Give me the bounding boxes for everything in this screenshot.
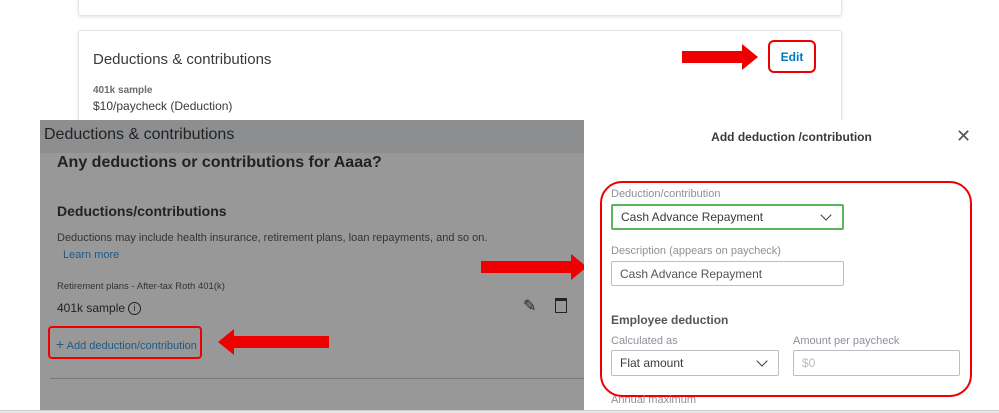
deduction-label: Deduction/contribution <box>611 188 721 200</box>
amount-label: Amount per paycheck <box>793 335 900 347</box>
info-icon[interactable]: i <box>128 301 142 315</box>
card-item-detail: $10/paycheck (Deduction) <box>93 99 233 113</box>
description-label: Description (appears on paycheck) <box>611 245 781 257</box>
annual-max-label: Annual maximum <box>611 394 696 406</box>
overlay-header-title: Deductions & contributions <box>44 126 235 143</box>
annotation-arrow-edit <box>682 44 758 70</box>
add-deduction-button[interactable]: + Add deduction/contribution <box>56 336 197 352</box>
learn-more-link[interactable]: Learn more <box>63 249 119 261</box>
deduction-select-value: Cash Advance Repayment <box>621 210 764 224</box>
add-deduction-label: Add deduction/contribution <box>66 340 197 352</box>
plus-icon: + <box>56 336 65 352</box>
calculated-as-label: Calculated as <box>611 335 678 347</box>
item-name-text: 401k sample <box>57 301 126 315</box>
deduction-select[interactable]: Cash Advance Repayment <box>611 204 844 230</box>
annotation-arrow-description <box>481 254 587 280</box>
section-title: Deductions/contributions <box>57 203 227 219</box>
item-category: Retirement plans - After-tax Roth 401(k) <box>57 281 225 292</box>
panel-title: Add deduction /contribution <box>711 130 872 144</box>
description-input[interactable]: Cash Advance Repayment <box>611 261 844 286</box>
card-item-type: 401k sample <box>93 85 153 96</box>
card-title: Deductions & contributions <box>93 51 272 68</box>
edit-button[interactable]: Edit <box>768 50 816 64</box>
trash-icon[interactable] <box>555 298 567 313</box>
top-card <box>78 0 842 16</box>
calculated-as-value: Flat amount <box>620 356 684 370</box>
edit-pencil-icon[interactable]: ✎ <box>523 296 536 316</box>
chevron-down-icon <box>756 355 768 367</box>
section-description: Deductions may include health insurance,… <box>57 232 488 244</box>
chevron-down-icon <box>820 209 832 221</box>
overlay-question: Any deductions or contributions for Aaaa… <box>57 154 382 171</box>
calculated-as-select[interactable]: Flat amount <box>611 350 779 376</box>
overlay-header: Deductions & contributions <box>40 120 584 153</box>
annotation-arrow-add <box>218 329 329 355</box>
add-deduction-panel: Add deduction /contribution ✕ Deduction/… <box>584 120 999 410</box>
amount-placeholder: $0 <box>802 356 816 370</box>
employee-deduction-heading: Employee deduction <box>611 313 729 327</box>
description-input-value: Cash Advance Repayment <box>620 266 763 281</box>
item-name: 401k sample i <box>57 301 142 315</box>
amount-input[interactable]: $0 <box>793 350 960 376</box>
close-icon[interactable]: ✕ <box>956 126 971 147</box>
divider <box>50 378 584 379</box>
deductions-card: Deductions & contributions 401k sample $… <box>78 30 842 130</box>
